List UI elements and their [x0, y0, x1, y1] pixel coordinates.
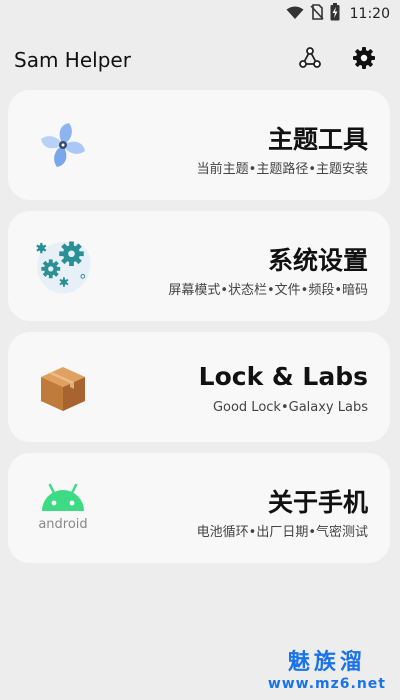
- status-bar: 11:20: [0, 0, 400, 28]
- wifi-icon: [286, 5, 304, 24]
- pinwheel-icon: [30, 112, 96, 178]
- share-nodes-icon: [298, 46, 322, 74]
- card-title: 关于手机: [267, 488, 368, 517]
- card-theme-tools[interactable]: 主题工具 当前主题•主题路径•主题安装: [8, 90, 390, 200]
- share-button[interactable]: [294, 44, 326, 76]
- menu-cards: 主题工具 当前主题•主题路径•主题安装 系统设置 屏幕模式•状态栏•文件•频段•…: [8, 90, 390, 574]
- android-icon: android: [30, 475, 96, 541]
- gear-icon: [352, 46, 376, 74]
- card-subtitle: 屏幕模式•状态栏•文件•频段•暗码: [168, 283, 368, 298]
- card-title: Lock & Labs: [198, 362, 368, 391]
- card-lock-labs[interactable]: Lock & Labs Good Lock•Galaxy Labs: [8, 332, 390, 442]
- gears-icon: [30, 233, 96, 299]
- watermark-title: 魅族溜: [287, 650, 366, 675]
- settings-button[interactable]: [348, 44, 380, 76]
- card-title: 系统设置: [267, 246, 368, 275]
- status-time: 11:20: [349, 6, 390, 22]
- card-subtitle: Good Lock•Galaxy Labs: [212, 400, 368, 415]
- card-title: 主题工具: [267, 125, 368, 154]
- card-system-settings[interactable]: 系统设置 屏幕模式•状态栏•文件•频段•暗码: [8, 211, 390, 321]
- android-wordmark: android: [38, 517, 87, 532]
- card-subtitle: 电池循环•出厂日期•气密测试: [196, 525, 368, 540]
- app-title: Sam Helper: [14, 48, 131, 72]
- watermark-url: www.mz6.net: [267, 676, 386, 692]
- app-bar: Sam Helper: [0, 38, 400, 82]
- no-sim-icon: [310, 4, 324, 24]
- card-subtitle: 当前主题•主题路径•主题安装: [196, 162, 368, 177]
- battery-charging-icon: [330, 3, 340, 25]
- site-watermark: 魅族溜 www.mz6.net: [268, 644, 386, 692]
- box-icon: [30, 354, 96, 420]
- card-about-phone[interactable]: android 关于手机 电池循环•出厂日期•气密测试: [8, 453, 390, 563]
